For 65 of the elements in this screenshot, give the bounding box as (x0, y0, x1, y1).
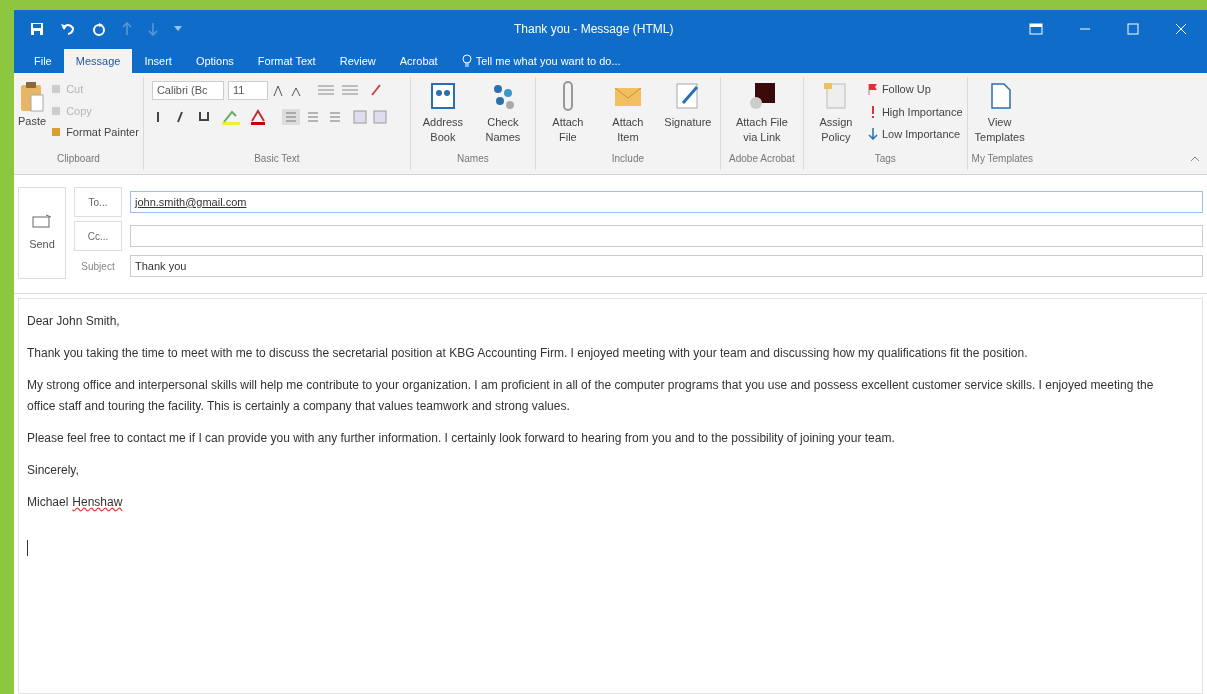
ribbon-tab[interactable]: Insert (132, 49, 184, 73)
body-paragraph: Thank you taking the time to meet with me to discuss the secretarial position at KBG Accounting Firm. I enjoyed meeting with your team and discussing how my qualifications fit the position. (27, 345, 1029, 362)
greeting: Dear John Smith, (27, 313, 121, 330)
attach-file-button[interactable]: Attach File (539, 77, 596, 145)
lightbulb-icon (461, 54, 472, 68)
cc-field[interactable] (130, 225, 1203, 247)
group-label: My Templates (971, 152, 1034, 166)
group-label: Adobe Acrobat (728, 152, 796, 166)
attach-link-button[interactable]: Attach File via Link (724, 77, 799, 145)
subject-field[interactable]: Thank you (130, 255, 1203, 277)
envelope-icon (32, 213, 52, 228)
text-cursor (27, 540, 28, 556)
view-templates-button[interactable]: View Templates (971, 77, 1028, 145)
ribbon-tab[interactable]: Review (327, 49, 388, 73)
undo-icon[interactable] (60, 22, 76, 36)
to-field[interactable]: john.smith@gmail.com (130, 191, 1203, 213)
ribbon-display-icon[interactable] (1029, 23, 1043, 35)
tag-button[interactable]: High Importance (867, 103, 963, 120)
body-paragraph: Please feel free to contact me if I can provide you with any further information. I certainly look forward to hearing from you and to the possibility of joining your team. (27, 430, 896, 447)
group-label: Include (610, 152, 645, 166)
clear-format-icon[interactable] (369, 83, 382, 98)
small-icon (50, 83, 63, 96)
closing: Sincerely, (27, 462, 80, 479)
group-label: Basic Text (253, 152, 301, 166)
ribbon-tab[interactable]: Format Text (245, 49, 328, 73)
paste-button[interactable]: Paste (18, 77, 47, 130)
message-body[interactable] (18, 298, 1203, 694)
maximize-icon[interactable] (1127, 23, 1139, 35)
flag-icon (867, 83, 878, 96)
save-icon[interactable] (30, 22, 44, 36)
group-label: Clipboard (56, 152, 101, 166)
tag-button[interactable]: Follow Up (867, 81, 963, 98)
assign-policy-button[interactable]: Assign Policy (807, 77, 864, 145)
window-title: Thank you - Message (HTML) (514, 21, 674, 38)
customize-icon[interactable] (174, 26, 182, 32)
ribbon-tab[interactable]: File (22, 49, 64, 73)
small-icon (50, 104, 63, 117)
redo-icon[interactable] (92, 22, 106, 36)
ribbon-tab[interactable]: Message (63, 49, 133, 73)
small-icon (50, 126, 63, 139)
clipboard-icon (19, 81, 46, 113)
to-button[interactable]: To... (74, 187, 122, 217)
subject-label: Subject (80, 259, 116, 274)
address-book-button[interactable]: Address Book (414, 77, 471, 145)
body-paragraph: My strong office and interpersonal skills will help me contribute to your organization. I am proficient in all of the computer programs that you use and possess excellent customer service skills. I enjoyed meeting the office staff and touring the facility. This is certainly a company that values teamwork and strong values. (27, 377, 1155, 415)
ribbon-tab[interactable]: Options (183, 49, 246, 73)
paperclip-icon (562, 81, 573, 111)
group-label: Names (456, 152, 490, 166)
size-field[interactable]: 11 (227, 81, 268, 100)
send-button[interactable]: Send (18, 187, 66, 279)
cc-button[interactable]: Cc... (74, 221, 122, 251)
down-arrow-icon (867, 128, 878, 141)
signature-last: Henshaw (72, 494, 123, 511)
signature-button[interactable]: Signature (659, 77, 716, 130)
attach-item-button[interactable]: Attach Item (599, 77, 656, 145)
group-label: Tags (873, 152, 897, 166)
collapse-icon[interactable] (1191, 156, 1199, 162)
font-field[interactable]: Calibri (Bc (151, 81, 224, 100)
check-names-button[interactable]: Check Names (474, 77, 531, 145)
close-icon[interactable] (1175, 23, 1187, 35)
ribbon-tab[interactable]: Acrobat (387, 49, 450, 73)
signature-first: Michael (27, 494, 69, 511)
tag-button[interactable]: Low Importance (867, 126, 963, 143)
clipboard-button[interactable]: Format Painter (50, 124, 139, 141)
tell-me-field[interactable]: Tell me what you want to do... (449, 49, 633, 73)
